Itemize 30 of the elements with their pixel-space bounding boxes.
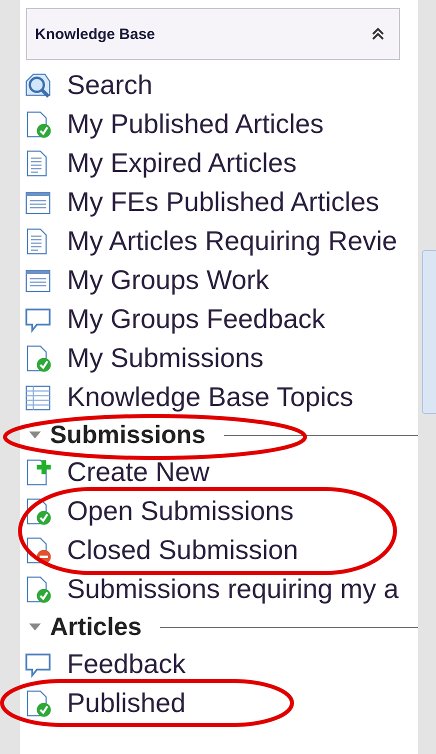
nav-link[interactable]: Feedback — [20, 645, 418, 684]
collapse-icon[interactable] — [371, 27, 385, 41]
document-check-icon — [24, 576, 52, 604]
nav-link[interactable]: Search — [20, 66, 418, 105]
nav-link[interactable]: My Articles Requiring Revie — [20, 222, 418, 261]
magnifier-icon — [24, 72, 52, 100]
document-check-icon — [24, 690, 52, 718]
document-plus-icon — [24, 458, 52, 486]
section-heading[interactable]: Submissions — [50, 420, 206, 450]
section-heading[interactable]: Articles — [50, 612, 142, 642]
nav-link[interactable]: Published — [20, 684, 418, 723]
nav-link[interactable]: Submissions requiring my a — [20, 570, 418, 609]
nav-link[interactable]: Closed Submission — [20, 531, 418, 570]
panel-title: Knowledge Base — [35, 26, 156, 42]
speech-bubble-icon — [24, 306, 52, 334]
nav-link[interactable]: My Published Articles — [20, 105, 418, 144]
nav-link[interactable]: Open Submissions — [20, 492, 418, 531]
document-check-icon — [24, 344, 52, 372]
table-icon — [24, 384, 52, 412]
scroll-bar[interactable] — [422, 250, 436, 414]
document-check-icon — [24, 110, 52, 138]
nav-link[interactable]: My Groups Work — [20, 261, 418, 300]
nav-link[interactable]: Knowledge Base Topics — [20, 378, 418, 417]
panel-header[interactable]: Knowledge Base — [26, 8, 400, 60]
nav-link[interactable]: My Submissions — [20, 339, 418, 378]
nav-link[interactable]: Create New — [20, 453, 418, 492]
nav-link[interactable]: My FEs Published Articles — [20, 183, 418, 222]
nav-link[interactable]: My Expired Articles — [20, 144, 418, 183]
nav-link[interactable]: My Groups Feedback — [20, 300, 418, 339]
speech-bubble-icon — [24, 650, 52, 678]
